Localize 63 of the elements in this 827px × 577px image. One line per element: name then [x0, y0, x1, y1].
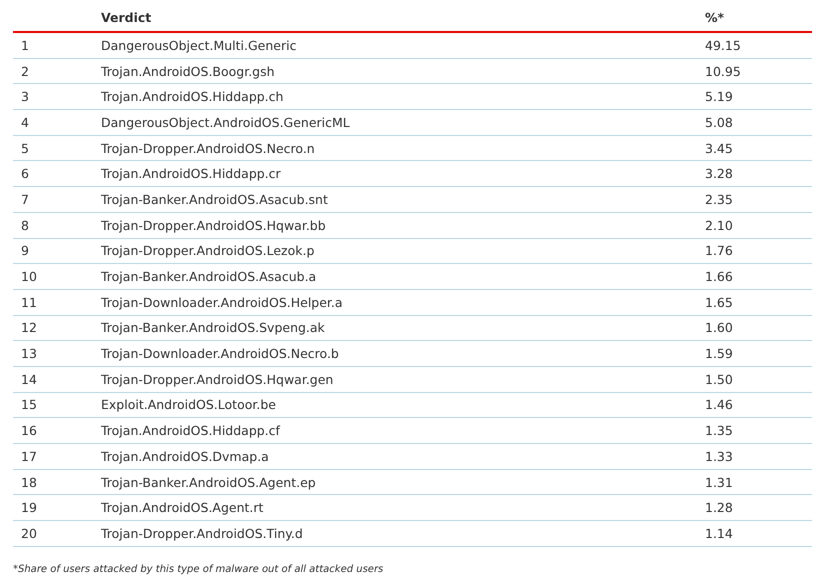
verdict-cell-text: Trojan-Dropper.AndroidOS.Hqwar.bb	[101, 218, 327, 233]
percent-cell-text: 1.14	[705, 526, 734, 541]
percent-cell-text: 5.19	[705, 89, 734, 104]
percent-cell-text: 10.95	[705, 64, 742, 79]
verdict-cell-text: Trojan-Banker.AndroidOS.Asacub.snt	[101, 192, 329, 207]
percent-cell-text: 1.33	[705, 448, 734, 464]
verdict-cell-text: Trojan-Dropper.AndroidOS.Lezok.p	[101, 243, 316, 258]
rank-cell-text: 16	[20, 423, 38, 438]
rank-cell-text: 18	[20, 474, 38, 490]
percent-cell-text: 1.46	[705, 397, 734, 412]
verdict-cell-text: Trojan.AndroidOS.Agent.rt	[101, 500, 264, 516]
percent-cell-text: 1.50	[705, 372, 734, 387]
rank-cell-text: 17	[20, 448, 38, 464]
rank-cell-text: 8	[20, 218, 30, 233]
verdict-cell-text: DangerousObject.AndroidOS.GenericML	[101, 114, 351, 130]
verdict-cell-text: Trojan-Banker.AndroidOS.Svpeng.ak	[101, 320, 326, 336]
rank-cell-text: 14	[20, 372, 38, 387]
percent-cell-text: 1.60	[705, 320, 734, 336]
verdict-cell-text: Trojan.AndroidOS.Hiddapp.ch	[101, 89, 284, 104]
percent-cell-text: 1.28	[705, 500, 734, 516]
percent-cell-text: 1.31	[705, 474, 734, 490]
verdict-cell-text: Exploit.AndroidOS.Lotoor.be	[101, 397, 277, 412]
verdict-cell-text: Trojan-Dropper.AndroidOS.Tiny.d	[101, 526, 304, 541]
rank-cell-text: 6	[20, 166, 30, 182]
percent-cell-text: 5.08	[705, 114, 734, 130]
percent-cell-text: 1.59	[705, 346, 734, 362]
percent-cell-text: 49.15	[705, 38, 742, 53]
percent-cell-text: 1.66	[705, 269, 734, 284]
verdict-cell-text: Trojan-Downloader.AndroidOS.Necro.b	[101, 346, 340, 362]
percent-cell-text: 2.35	[705, 192, 734, 207]
verdict-cell-text: Trojan.AndroidOS.Hiddapp.cr	[101, 166, 282, 182]
column-header: Verdict	[101, 10, 152, 24]
rank-cell-text: 4	[20, 114, 30, 130]
percent-cell-text: 1.35	[705, 423, 734, 438]
rank-cell-text: 10	[20, 269, 38, 284]
verdict-cell-text: Trojan-Banker.AndroidOS.Agent.ep	[101, 474, 317, 490]
column-header: %*	[705, 10, 726, 24]
rank-cell-text: 7	[20, 192, 30, 207]
verdict-cell-text: Trojan.AndroidOS.Hiddapp.cf	[101, 423, 282, 438]
percent-cell-text: 1.76	[705, 243, 734, 258]
rank-cell-text: 3	[20, 89, 30, 104]
percent-cell-text: 3.45	[705, 140, 734, 156]
rank-cell-text: 12	[20, 320, 38, 336]
rank-cell-text: 9	[20, 243, 30, 258]
percent-cell-text: 3.28	[705, 166, 734, 182]
verdict-cell-text: Trojan.AndroidOS.Dvmap.a	[101, 448, 270, 464]
verdict-cell-text: Trojan-Dropper.AndroidOS.Hqwar.gen	[101, 372, 334, 387]
verdict-cell-text: Trojan.AndroidOS.Boogr.gsh	[101, 64, 276, 79]
verdict-cell-text: DangerousObject.Multi.Generic	[101, 38, 298, 53]
verdict-cell-text: Trojan-Dropper.AndroidOS.Necro.n	[101, 140, 316, 156]
rank-cell-text: 5	[20, 140, 30, 156]
rank-cell-text: 13	[20, 346, 38, 362]
percent-cell-text: 2.10	[705, 218, 734, 233]
percent-cell-text: 1.65	[705, 294, 734, 310]
verdict-cell-text: Trojan-Banker.AndroidOS.Asacub.a	[101, 269, 318, 284]
footnote: *Share of users attacked by this type of malware out of all attacked users	[13, 564, 384, 575]
rank-cell-text: 15	[20, 397, 38, 412]
rank-cell-text: 20	[20, 526, 38, 541]
verdict-cell-text: Trojan-Downloader.AndroidOS.Helper.a	[101, 294, 344, 310]
rank-cell-text: 19	[20, 500, 38, 516]
rank-cell-text: 11	[20, 294, 38, 310]
rank-cell-text: 1	[20, 38, 30, 53]
rank-cell-text: 2	[20, 64, 30, 79]
